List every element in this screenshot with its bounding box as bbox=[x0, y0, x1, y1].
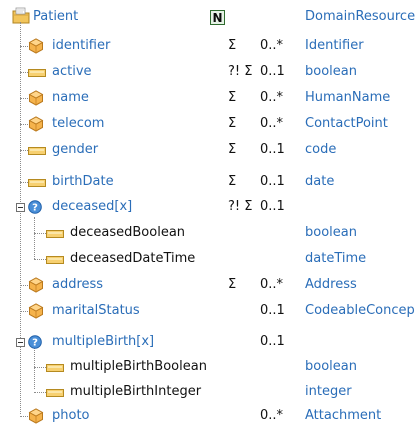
choice-icon: ? bbox=[28, 200, 42, 218]
element-cardinality: 0..* bbox=[260, 277, 284, 292]
element-name[interactable]: multipleBirthBoolean bbox=[70, 359, 207, 375]
datatype-icon bbox=[28, 38, 44, 58]
tree-row-photo[interactable]: photo 0..* Attachment bbox=[0, 406, 415, 432]
element-cardinality: 0..* bbox=[260, 408, 284, 423]
element-name[interactable]: gender bbox=[52, 142, 98, 158]
element-name[interactable]: active bbox=[52, 64, 92, 80]
element-type[interactable]: code bbox=[305, 142, 336, 158]
datatype-icon bbox=[28, 408, 44, 428]
element-type[interactable]: Attachment bbox=[305, 408, 381, 424]
primitive-icon bbox=[46, 228, 64, 243]
element-name[interactable]: name bbox=[52, 90, 89, 106]
element-flags: ?! Σ bbox=[228, 64, 253, 79]
element-cardinality: 0..* bbox=[260, 116, 284, 131]
element-cardinality: 0..1 bbox=[260, 199, 285, 214]
element-cardinality: 0..1 bbox=[260, 142, 285, 157]
tree-row-gender[interactable]: gender Σ 0..1 code bbox=[0, 140, 415, 166]
datatype-icon bbox=[28, 303, 44, 323]
tree-row-deceased-boolean[interactable]: deceasedBoolean boolean bbox=[0, 223, 415, 249]
element-name[interactable]: deceasedDateTime bbox=[70, 251, 195, 267]
element-flags: Σ bbox=[228, 38, 237, 53]
primitive-icon bbox=[28, 177, 46, 192]
tree-row-name[interactable]: name Σ 0..* HumanName bbox=[0, 88, 415, 114]
tree-row-address[interactable]: address Σ 0..* Address bbox=[0, 275, 415, 301]
element-type[interactable]: ContactPoint bbox=[305, 116, 388, 132]
primitive-icon bbox=[46, 362, 64, 377]
element-name[interactable]: address bbox=[52, 277, 103, 293]
choice-icon: ? bbox=[28, 335, 42, 353]
tree-row-multiple-birth-boolean[interactable]: multipleBirthBoolean boolean bbox=[0, 357, 415, 383]
element-type[interactable]: date bbox=[305, 174, 334, 190]
datatype-icon bbox=[28, 277, 44, 297]
element-cardinality: 0..1 bbox=[260, 303, 285, 318]
collapse-toggle[interactable] bbox=[16, 338, 25, 347]
element-type[interactable]: boolean bbox=[305, 64, 357, 80]
collapse-toggle[interactable] bbox=[16, 203, 25, 212]
tree-connector bbox=[34, 367, 46, 368]
element-type[interactable]: Address bbox=[305, 277, 357, 293]
element-type[interactable]: CodeableConcept bbox=[305, 303, 415, 319]
resource-base-type[interactable]: DomainResource bbox=[305, 9, 415, 25]
element-cardinality: 0..* bbox=[260, 38, 284, 53]
tree-row-birth-date[interactable]: birthDate Σ 0..1 date bbox=[0, 172, 415, 198]
element-flags: Σ bbox=[228, 90, 237, 105]
element-flags: Σ bbox=[228, 142, 237, 157]
element-name[interactable]: photo bbox=[52, 408, 90, 424]
element-flags: ?! Σ bbox=[228, 199, 253, 214]
tree-row-multiple-birth-integer[interactable]: multipleBirthInteger integer bbox=[0, 382, 415, 408]
tree-row-multiple-birth-x[interactable]: ? multipleBirth[x] 0..1 bbox=[0, 332, 415, 358]
folder-icon bbox=[12, 7, 30, 29]
element-flags: Σ bbox=[228, 174, 237, 189]
tree-row-patient[interactable]: Patient N DomainResource bbox=[0, 4, 415, 30]
svg-text:?: ? bbox=[32, 338, 38, 349]
element-name[interactable]: telecom bbox=[52, 116, 104, 132]
element-name[interactable]: birthDate bbox=[52, 174, 114, 190]
element-name[interactable]: multipleBirth[x] bbox=[52, 334, 154, 350]
element-name[interactable]: maritalStatus bbox=[52, 303, 140, 319]
resource-name[interactable]: Patient bbox=[33, 9, 78, 25]
tree-row-active[interactable]: active ?! Σ 0..1 boolean bbox=[0, 62, 415, 88]
tree-connector bbox=[34, 392, 46, 393]
element-cardinality: 0..* bbox=[260, 90, 284, 105]
element-cardinality: 0..1 bbox=[260, 64, 285, 79]
element-cardinality: 0..1 bbox=[260, 174, 285, 189]
tree-row-identifier[interactable]: identifier Σ 0..* Identifier bbox=[0, 36, 415, 62]
tree-connector bbox=[34, 259, 46, 260]
element-type[interactable]: dateTime bbox=[305, 251, 366, 267]
element-name[interactable]: deceased[x] bbox=[52, 199, 132, 215]
element-name[interactable]: multipleBirthInteger bbox=[70, 384, 201, 400]
element-name[interactable]: deceasedBoolean bbox=[70, 225, 185, 241]
tree-row-deceased-x[interactable]: ? deceased[x] ?! Σ 0..1 bbox=[0, 197, 415, 223]
element-type[interactable]: Identifier bbox=[305, 38, 364, 54]
primitive-icon bbox=[46, 387, 64, 402]
element-flags: Σ bbox=[228, 277, 237, 292]
primitive-icon bbox=[46, 254, 64, 269]
tree-connector bbox=[34, 233, 46, 234]
primitive-icon bbox=[28, 145, 46, 160]
tree-row-deceased-date-time[interactable]: deceasedDateTime dateTime bbox=[0, 249, 415, 275]
element-type[interactable]: boolean bbox=[305, 359, 357, 375]
tree-row-marital-status[interactable]: maritalStatus 0..1 CodeableConcept bbox=[0, 301, 415, 327]
element-flags: Σ bbox=[228, 116, 237, 131]
tree-row-telecom[interactable]: telecom Σ 0..* ContactPoint bbox=[0, 114, 415, 140]
datatype-icon bbox=[28, 90, 44, 110]
element-type[interactable]: boolean bbox=[305, 225, 357, 241]
svg-text:?: ? bbox=[32, 203, 38, 214]
primitive-icon bbox=[28, 67, 46, 82]
element-type[interactable]: HumanName bbox=[305, 90, 390, 106]
element-name[interactable]: identifier bbox=[52, 38, 110, 54]
element-cardinality: 0..1 bbox=[260, 334, 285, 349]
datatype-icon bbox=[28, 116, 44, 136]
normative-badge: N bbox=[210, 10, 225, 25]
resource-tree: Patient N DomainResource identifier Σ 0..*… bbox=[0, 0, 415, 426]
element-type[interactable]: integer bbox=[305, 384, 352, 400]
